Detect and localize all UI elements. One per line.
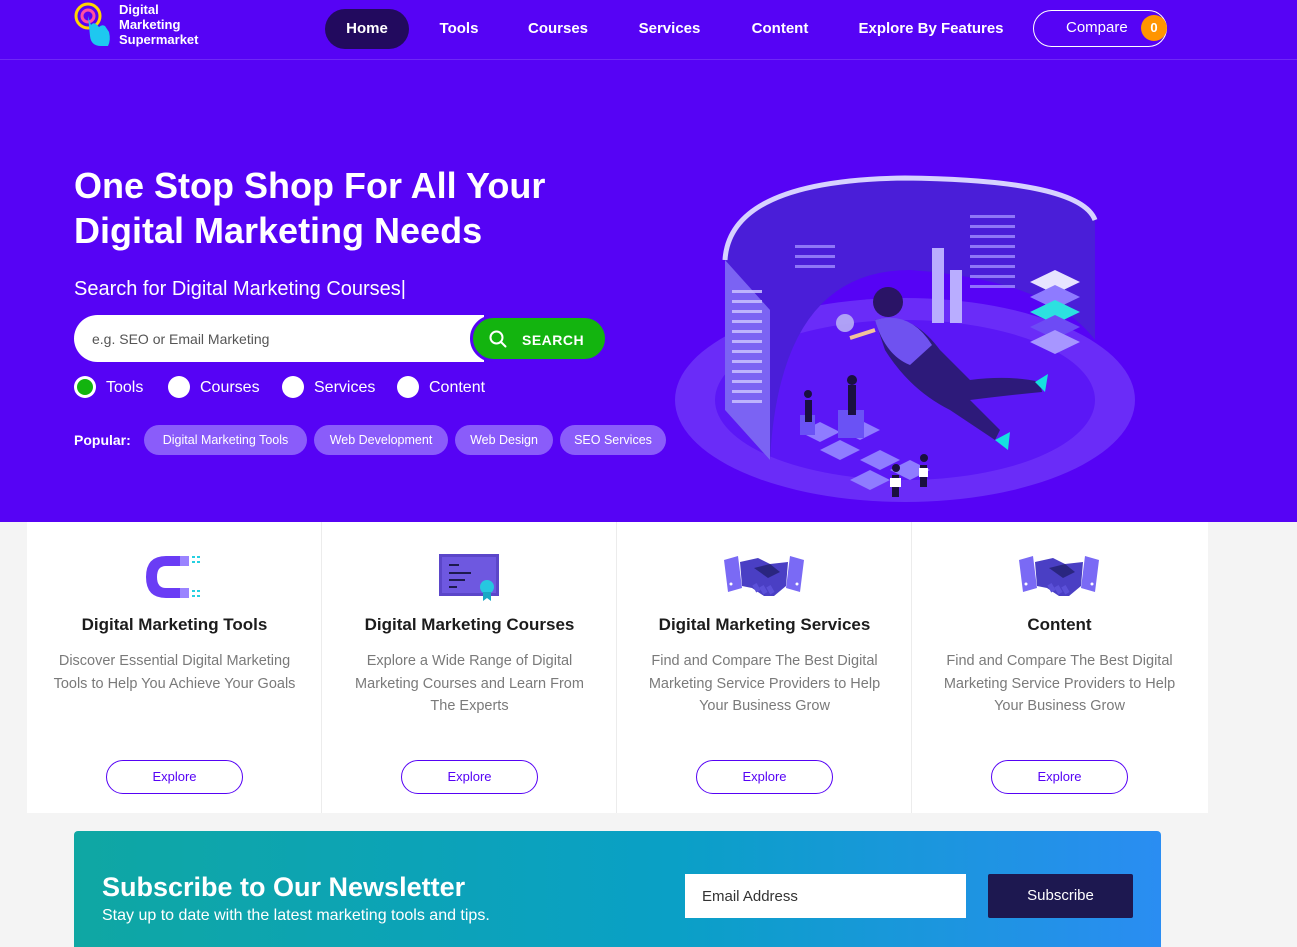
handshake-icon <box>1019 556 1099 596</box>
certificate-icon <box>439 554 499 601</box>
card-content: Content Find and Compare The Best Digita… <box>912 522 1208 813</box>
subscribe-button[interactable]: Subscribe <box>988 874 1133 918</box>
radio-label: Courses <box>200 379 260 396</box>
site-logo[interactable]: Digital Marketing Supermarket <box>74 2 224 50</box>
hero-title-line-2: Digital Marketing Needs <box>74 210 483 251</box>
nav-services[interactable]: Services <box>627 9 712 49</box>
popular-tag-digital-marketing-tools[interactable]: Digital Marketing Tools <box>144 425 307 455</box>
search-button[interactable]: SEARCH <box>470 315 608 362</box>
radio-dot <box>168 376 190 398</box>
nav-explore-by-features[interactable]: Explore By Features <box>848 9 1014 49</box>
explore-services-button[interactable]: Explore <box>696 760 833 794</box>
explore-content-button[interactable]: Explore <box>991 760 1128 794</box>
radio-label: Content <box>429 379 486 396</box>
hero-section: One Stop Shop For All Your Digital Marke… <box>0 60 1297 522</box>
card-description: Find and Compare The Best Digital Market… <box>943 653 1176 714</box>
logo-line-3: Supermarket <box>119 32 199 47</box>
nav-content[interactable]: Content <box>741 9 819 49</box>
hero-illustration <box>675 175 1135 502</box>
card-courses: Digital Marketing Courses Explore a Wide… <box>322 522 617 813</box>
radio-dot <box>74 376 96 398</box>
popular-tag-seo-services[interactable]: SEO Services <box>560 425 666 455</box>
card-description: Explore a Wide Range of Digital Marketin… <box>355 653 584 714</box>
newsletter-subtitle: Stay up to date with the latest marketin… <box>102 907 490 924</box>
hero-subtitle: Search for Digital Marketing Courses| <box>74 278 406 300</box>
compare-count-badge: 0 <box>1141 15 1167 41</box>
top-navbar: Digital Marketing Supermarket Home Tools… <box>0 0 1297 60</box>
card-title: Content <box>1027 615 1092 634</box>
card-description: Find and Compare The Best Digital Market… <box>648 653 881 714</box>
handshake-icon <box>724 556 804 596</box>
magnet-icon <box>146 556 200 598</box>
explore-tools-button[interactable]: Explore <box>106 760 243 794</box>
compare-label: Compare <box>1066 19 1128 36</box>
newsletter-banner: Subscribe to Our Newsletter Stay up to d… <box>74 831 1161 947</box>
logo-line-2: Marketing <box>119 17 181 32</box>
radio-dot <box>282 376 304 398</box>
explore-courses-button[interactable]: Explore <box>401 760 538 794</box>
radio-dot <box>397 376 419 398</box>
search-box <box>74 315 484 362</box>
card-description: Discover Essential Digital Marketing Too… <box>53 653 296 692</box>
radio-label: Services <box>314 379 376 396</box>
search-button-label: SEARCH <box>522 332 585 348</box>
card-title: Digital Marketing Courses <box>364 615 575 634</box>
newsletter-email-input[interactable] <box>685 874 966 918</box>
popular-label: Popular: <box>74 432 131 448</box>
search-icon <box>489 330 507 348</box>
card-tools: Digital Marketing Tools Discover Essenti… <box>27 522 322 813</box>
nav-home[interactable]: Home <box>325 9 409 49</box>
logo-line-1: Digital <box>119 2 159 17</box>
category-cards: Digital Marketing Tools Discover Essenti… <box>27 522 1208 813</box>
card-services: Digital Marketing Services Find and Comp… <box>617 522 912 813</box>
hero-title: One Stop Shop For All Your Digital Marke… <box>74 163 594 253</box>
popular-tag-web-development[interactable]: Web Development <box>314 425 448 455</box>
pointer-hand-logo-icon <box>74 2 110 46</box>
search-input[interactable] <box>92 315 472 362</box>
newsletter-title: Subscribe to Our Newsletter <box>102 872 466 902</box>
radio-label: Tools <box>106 379 144 396</box>
hero-title-line-1: One Stop Shop For All Your <box>74 165 546 206</box>
card-title: Digital Marketing Tools <box>81 615 268 634</box>
card-title: Digital Marketing Services <box>658 615 871 634</box>
nav-tools[interactable]: Tools <box>428 9 490 49</box>
nav-courses[interactable]: Courses <box>517 9 599 49</box>
popular-tag-web-design[interactable]: Web Design <box>455 425 553 455</box>
logo-text: Digital Marketing Supermarket <box>119 2 198 47</box>
